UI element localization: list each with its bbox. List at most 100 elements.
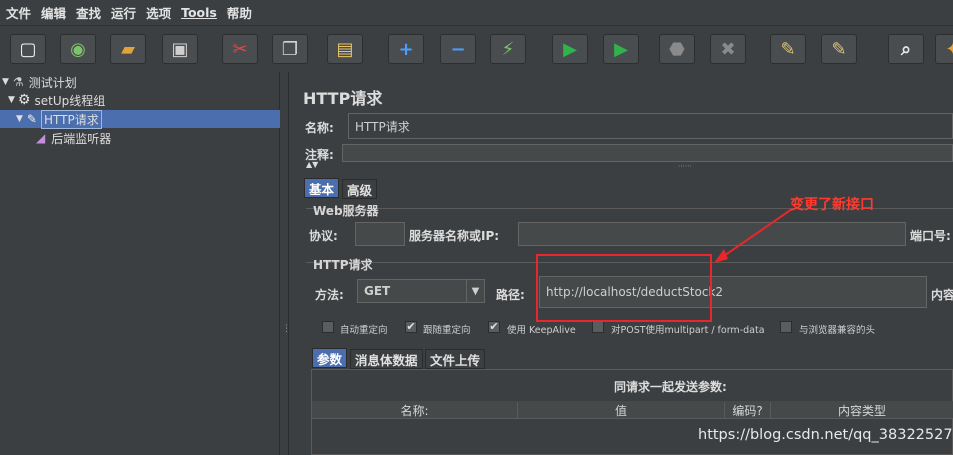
expand-arrow-icon[interactable]: ▼ [8, 95, 15, 105]
test-plan-tree[interactable]: ▼ ⚗ 测试计划 ▼ ⚙ setUp线程组 ▼ ✎ HTTP请求 ◢ 后端监听器 [0, 72, 280, 455]
comment-field[interactable] [342, 144, 953, 162]
panel-title: HTTP请求 [303, 89, 383, 108]
new-icon: ▢ [19, 38, 37, 60]
browser-headers-label: 与浏览器兼容的头 [799, 325, 876, 336]
watermark: https://blog.csdn.net/qq_38322527 [698, 427, 953, 443]
reset-search-button[interactable]: ✦ [935, 34, 953, 64]
clear-all-button[interactable]: ✎ [821, 34, 857, 64]
stop-button[interactable]: ⬣ [659, 34, 695, 64]
cut-icon: ✂ [232, 38, 248, 60]
column-name[interactable]: 名称: [312, 402, 518, 418]
method-value: GET [364, 284, 391, 298]
flask-icon: ⚗ [12, 75, 24, 89]
menu-help[interactable]: 帮助 [227, 3, 252, 22]
follow-redirect-checkbox[interactable]: ✔ [405, 321, 417, 333]
tab-basic[interactable]: 基本 [304, 178, 340, 198]
port-label: 端口号: [910, 229, 951, 243]
annotation-text: 变更了新接口 [790, 197, 874, 213]
search-button[interactable]: ⌕ [888, 34, 924, 64]
keepalive-label: 使用 KeepAlive [507, 325, 576, 336]
new-button[interactable]: ▢ [10, 34, 46, 64]
highlight-box [536, 254, 712, 322]
shutdown-icon: ✖ [720, 38, 736, 60]
start-icon: ▶ [563, 38, 577, 60]
expand-arrow-icon[interactable]: ▼ [16, 114, 23, 124]
tab-parameters[interactable]: 参数 [312, 348, 348, 368]
gear-icon: ⚙ [17, 92, 31, 108]
column-encode[interactable]: 编码? [725, 402, 771, 418]
tree-item-http-request[interactable]: ▼ ✎ HTTP请求 [0, 109, 280, 129]
auto-redirect-checkbox[interactable] [322, 321, 334, 333]
column-content-type[interactable]: 内容类型 [771, 402, 953, 418]
parameters-title: 同请求一起发送参数: [614, 380, 727, 394]
menu-options[interactable]: 选项 [146, 3, 171, 22]
tab-files-upload[interactable]: 文件上传 [425, 349, 486, 369]
collapse-icon: − [450, 38, 466, 60]
split-pane-divider[interactable]: ⋮ [281, 72, 291, 455]
column-value[interactable]: 值 [518, 402, 725, 418]
cut-button[interactable]: ✂ [222, 34, 258, 64]
save-button[interactable]: ▣ [162, 34, 198, 64]
auto-redirect-label: 自动重定向 [340, 325, 388, 336]
browser-headers-checkbox[interactable] [780, 321, 792, 333]
collapse-button[interactable]: − [440, 34, 476, 64]
start-button[interactable]: ▶ [552, 34, 588, 64]
menu-file[interactable]: 文件 [6, 3, 31, 22]
toggle-button[interactable]: ⚡ [490, 34, 526, 64]
paste-icon: ▤ [336, 38, 354, 60]
content-encoding-label: 内容 [931, 288, 953, 302]
drag-handle-icon[interactable]: ⋮ [282, 324, 291, 334]
pipette-icon: ✎ [26, 112, 37, 126]
method-select[interactable]: GET ▼ [357, 279, 485, 303]
tree-item-label: 后端监听器 [51, 131, 112, 146]
tree-item-setup-threadgroup[interactable]: ▼ ⚙ setUp线程组 [8, 91, 105, 109]
web-server-title: Web服务器 [313, 204, 379, 218]
menu-bar: 文件 编辑 查找 运行 选项 Tools 帮助 [0, 0, 953, 26]
menu-search[interactable]: 查找 [76, 3, 101, 22]
resize-grip-icon[interactable]: ⋯⋯ [678, 162, 692, 170]
collapse-arrows-icon[interactable]: ▲▼ [306, 160, 318, 169]
stop-icon: ⬣ [669, 38, 685, 60]
multipart-label: 对POST使用multipart / form-data [611, 325, 765, 336]
start-no-pauses-icon: ▶ [614, 38, 628, 60]
search-icon: ⌕ [900, 38, 912, 60]
clear-icon: ✎ [780, 38, 796, 60]
chart-icon: ◢ [36, 131, 46, 145]
clear-all-icon: ✎ [831, 38, 847, 60]
follow-redirect-label: 跟随重定向 [423, 325, 471, 336]
multipart-checkbox[interactable] [592, 321, 604, 333]
expand-button[interactable]: + [388, 34, 424, 64]
method-label: 方法: [315, 288, 344, 302]
keepalive-checkbox[interactable]: ✔ [488, 321, 500, 333]
server-label: 服务器名称或IP: [409, 229, 500, 243]
expand-arrow-icon[interactable]: ▼ [2, 77, 9, 87]
open-icon: ▰ [121, 38, 135, 60]
start-no-pauses-button[interactable]: ▶ [603, 34, 639, 64]
path-label: 路径: [496, 288, 525, 302]
tree-item-backend-listener[interactable]: ◢ 后端监听器 [36, 129, 111, 147]
clear-button[interactable]: ✎ [770, 34, 806, 64]
protocol-field[interactable] [355, 222, 405, 246]
menu-edit[interactable]: 编辑 [41, 3, 66, 22]
tree-item-label: setUp线程组 [34, 93, 106, 108]
menu-tools[interactable]: Tools [181, 5, 217, 20]
save-icon: ▣ [171, 38, 189, 60]
copy-button[interactable]: ❐ [272, 34, 308, 64]
name-label: 名称: [305, 121, 334, 135]
templates-button[interactable]: ◉ [60, 34, 96, 64]
tree-item-label: HTTP请求 [40, 109, 102, 129]
menu-run[interactable]: 运行 [111, 3, 136, 22]
reset-search-icon: ✦ [945, 39, 953, 60]
jmeter-window: 文件 编辑 查找 运行 选项 Tools 帮助 ▼ ⚗ 测试计划 ▼ ⚙ set… [0, 0, 953, 455]
name-field[interactable]: HTTP请求 [348, 113, 953, 139]
templates-icon: ◉ [70, 38, 86, 60]
chevron-down-icon[interactable]: ▼ [466, 280, 484, 302]
tab-body-data[interactable]: 消息体数据 [350, 349, 423, 369]
open-button[interactable]: ▰ [110, 34, 146, 64]
toggle-icon: ⚡ [501, 38, 515, 60]
tree-item-test-plan[interactable]: ▼ ⚗ 测试计划 [2, 73, 77, 91]
shutdown-button[interactable]: ✖ [710, 34, 746, 64]
tab-advanced[interactable]: 高级 [342, 179, 378, 199]
paste-button[interactable]: ▤ [327, 34, 363, 64]
annotation-arrow [714, 208, 793, 263]
